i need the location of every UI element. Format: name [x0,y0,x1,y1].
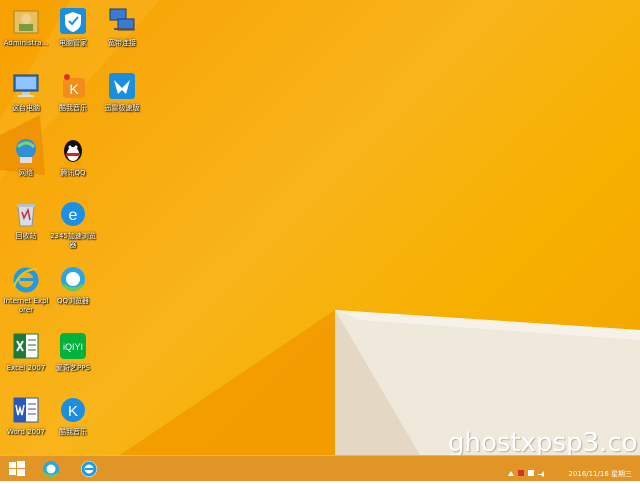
clock-date[interactable]: 2016/11/16 星期三 [568,469,632,479]
desktop-icon-pc-manager[interactable]: 电脑管家 [49,5,97,48]
taskbar-qq-browser[interactable] [40,458,62,480]
svg-text:K: K [69,81,79,97]
desktop-icon-kuwo[interactable]: K 酷我音乐 [49,394,97,437]
desktop-icon-word-2007[interactable]: Word 2007 [2,394,50,437]
taskbar-ie[interactable] [78,458,100,480]
icon-label: 腾讯QQ [60,169,86,177]
icon-label: 网络 [19,169,33,177]
music-icon: K [57,70,89,102]
tray-icons[interactable] [506,463,550,477]
icon-label: Internet Explorer [3,297,49,314]
desktop-icon-internet-explorer[interactable]: Internet Explorer [2,263,50,315]
svg-text:iQIYI: iQIYI [63,342,83,352]
system-tray: 2016/11/16 星期三 [434,456,634,481]
desktop-icon-2345-browser[interactable]: e 2345加速浏览器 [49,198,97,250]
icon-label: 回收站 [15,232,37,240]
desktop-icon-excel-2007[interactable]: Excel 2007 [2,330,50,373]
desktop-icon-qq-browser[interactable]: QQ浏览器 [49,263,97,306]
icon-label: Administra... [3,39,49,47]
browser-icon: e [57,198,89,230]
icon-label: 这台电脑 [12,104,40,112]
icon-label: 2345加速浏览器 [50,232,96,249]
icon-label: 爱奇艺PPS [56,364,90,372]
kuwo-icon: K [57,394,89,426]
ie-icon [10,263,42,295]
icon-label: 宽带连接 [108,39,136,47]
word-icon [10,394,42,426]
computer-icon [10,70,42,102]
desktop-icon-iqiyi-pps[interactable]: iQIYI 爱奇艺PPS [49,330,97,373]
svg-text:K: K [68,403,78,420]
svg-text:e: e [69,207,78,224]
icon-label: 电脑管家 [59,39,87,47]
qq-browser-icon [57,263,89,295]
icon-label: Excel 2007 [6,364,46,372]
desktop-icon-network[interactable]: 网络 [2,135,50,178]
excel-icon [10,330,42,362]
icon-label: QQ浏览器 [56,297,90,305]
icon-label: Word 2007 [6,428,46,436]
start-button[interactable] [6,458,28,480]
recycle-bin-icon [10,198,42,230]
thunder-icon [106,70,138,102]
network-connection-icon [106,5,138,37]
icon-label: 酷我音乐 [59,428,87,436]
shield-icon [57,5,89,37]
qq-icon [57,135,89,167]
watermark: ghostxpsp3.com [448,428,640,455]
desktop-icon-this-pc[interactable]: 这台电脑 [2,70,50,113]
icon-label: 迅雷极速版 [104,104,140,112]
desktop-icon-broadband[interactable]: 宽带连接 [98,5,146,48]
qq-browser-icon [43,461,59,477]
windows-start-icon [9,461,25,476]
ie-icon [81,461,97,477]
desktop: Administra... 这台电脑 网络 回收站 Internet Explo… [0,0,640,455]
desktop-icon-recycle-bin[interactable]: 回收站 [2,198,50,241]
desktop-icon-administrator[interactable]: Administra... [2,5,50,48]
desktop-icon-thunder[interactable]: 迅雷极速版 [98,70,146,113]
user-folder-icon [10,5,42,37]
network-icon [10,135,42,167]
desktop-icon-kuwo-music[interactable]: K 酷我音乐 [49,70,97,113]
taskbar: 2016/11/16 星期三 [0,455,640,481]
icon-label: 酷我音乐 [59,104,87,112]
iqiyi-icon: iQIYI [57,330,89,362]
desktop-icon-tencent-qq[interactable]: 腾讯QQ [49,135,97,178]
